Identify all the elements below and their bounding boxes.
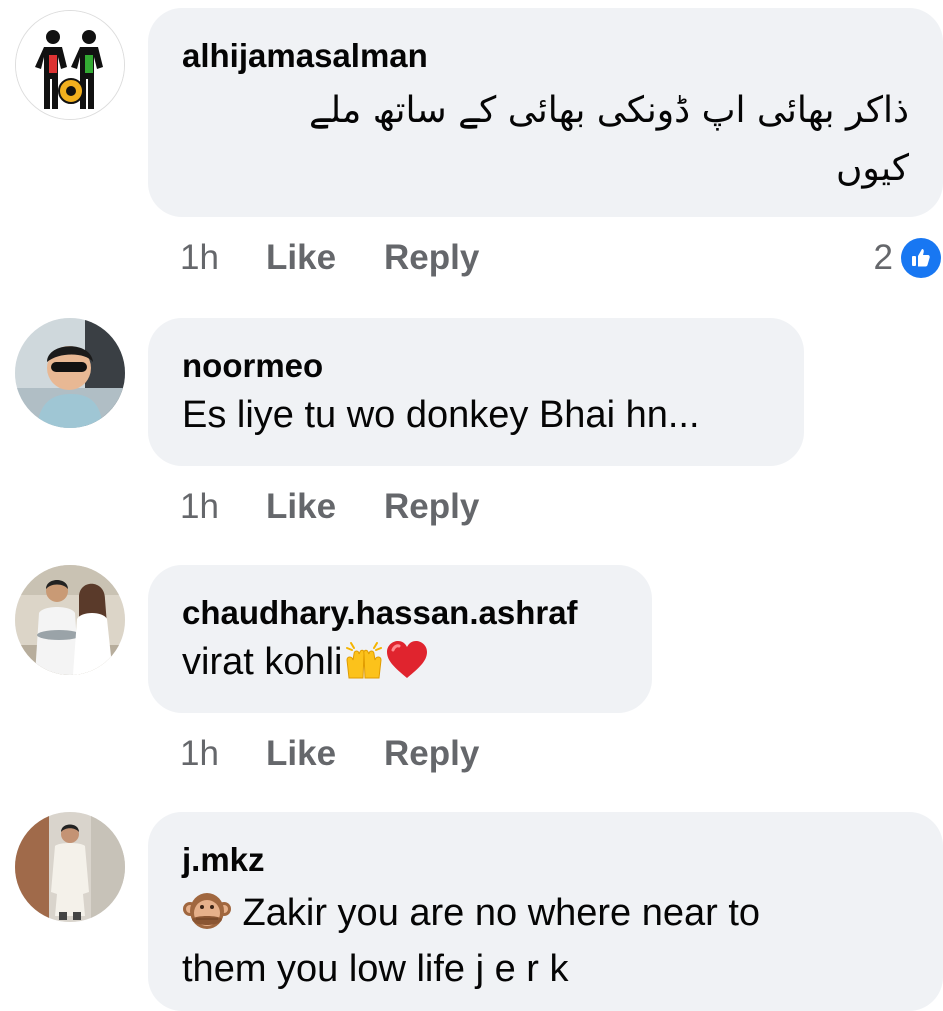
comment-text-line: Zakir you are no where near to: [182, 888, 909, 944]
comment-text-line: ذاکر بھائی اپ ڈونکی بھائی کے ساتھ ملے: [309, 90, 909, 131]
comment-timestamp[interactable]: 1h: [180, 732, 266, 776]
comment-text-body: Zakir you are no where near to: [232, 892, 761, 934]
comment-text-body: virat kohli: [182, 641, 343, 683]
avatar[interactable]: [15, 318, 125, 428]
comment-text: ذاکر بھائی اپ ڈونکی بھائی کے ساتھ ملے کی…: [182, 82, 909, 198]
reaction-summary[interactable]: 2: [874, 236, 941, 280]
avatar[interactable]: [15, 10, 125, 120]
comment-bubble: noormeo Es liye tu wo donkey Bhai hn...: [148, 318, 804, 466]
raising-hands-icon: [343, 640, 385, 693]
comment-text: Es liye tu wo donkey Bhai hn...: [182, 394, 700, 436]
comment-text: virat kohli: [182, 637, 618, 693]
comment-text: Zakir you are no where near to them you …: [182, 888, 909, 994]
like-button[interactable]: Like: [266, 236, 384, 280]
comment-timestamp[interactable]: 1h: [180, 236, 266, 280]
user-photo-avatar: [15, 318, 125, 428]
hijama-logo-avatar: [16, 11, 124, 119]
avatar[interactable]: [15, 812, 125, 922]
comment-text-line: کیوں: [835, 148, 909, 189]
like-thumbs-up-icon: [901, 238, 941, 278]
comment-bubble: j.mkz Zakir you are no where near to the…: [148, 812, 943, 1011]
comment-text-line: them you low life j e r k: [182, 948, 569, 990]
red-heart-icon: [385, 640, 429, 693]
avatar[interactable]: [15, 565, 125, 675]
comment-actions: 1h Like Reply: [180, 485, 479, 529]
comment-actions: 1h Like Reply: [180, 732, 479, 776]
comment-actions: 1h Like Reply: [180, 236, 479, 280]
user-photo-avatar: [15, 565, 125, 675]
reaction-count: 2: [873, 238, 893, 277]
comment-bubble: alhijamasalman ذاکر بھائی اپ ڈونکی بھائی…: [148, 8, 943, 217]
reply-button[interactable]: Reply: [384, 732, 479, 776]
speak-no-evil-monkey-icon: [182, 889, 232, 944]
reply-button[interactable]: Reply: [384, 485, 479, 529]
like-button[interactable]: Like: [266, 485, 384, 529]
comment-author[interactable]: chaudhary.hassan.ashraf: [182, 593, 618, 633]
comment-bubble: chaudhary.hassan.ashraf virat kohli: [148, 565, 652, 713]
comment-timestamp[interactable]: 1h: [180, 485, 266, 529]
like-button[interactable]: Like: [266, 732, 384, 776]
comment-author[interactable]: alhijamasalman: [182, 36, 909, 76]
user-photo-avatar: [15, 812, 125, 922]
reply-button[interactable]: Reply: [384, 236, 479, 280]
comment-author[interactable]: j.mkz: [182, 840, 909, 880]
comment-author[interactable]: noormeo: [182, 346, 770, 386]
